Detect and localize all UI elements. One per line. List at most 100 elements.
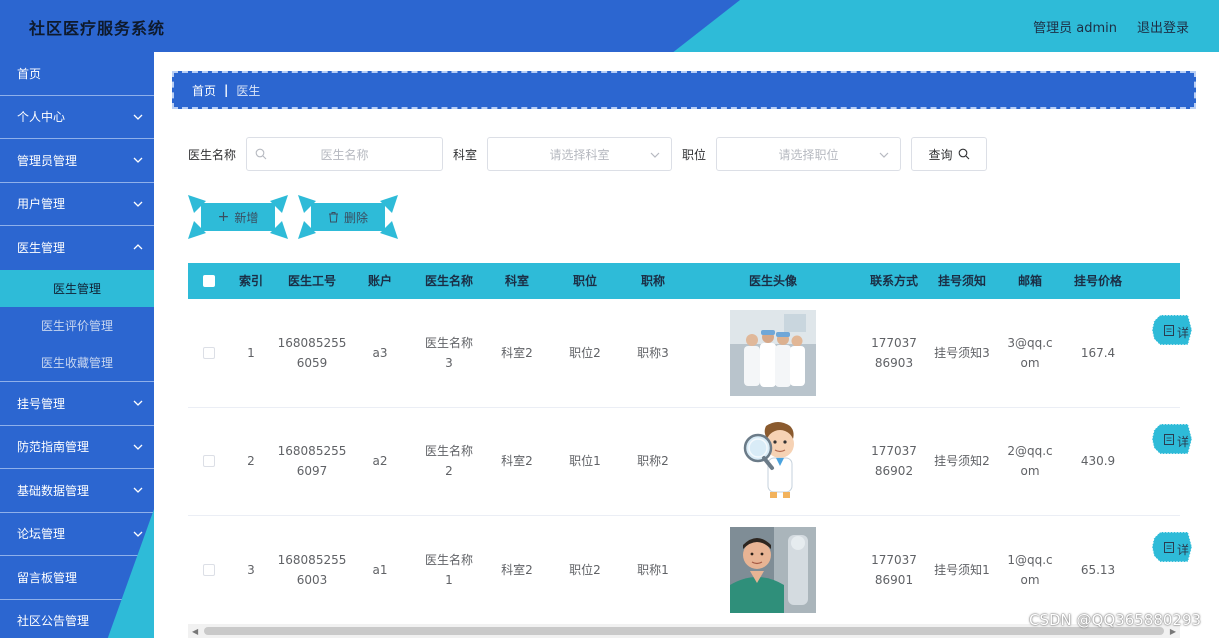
cell-doctor-name: 医生名称1: [424, 552, 473, 587]
chevron-down-icon: [133, 157, 143, 163]
position-select[interactable]: 请选择职位: [716, 137, 902, 171]
department-label: 科室: [453, 147, 478, 162]
cell-index: 1: [247, 345, 255, 360]
plus-icon: +: [217, 209, 230, 225]
cell-position: 职位1: [569, 454, 601, 469]
chevron-down-icon: [879, 152, 889, 158]
chevron-up-icon: [133, 244, 143, 250]
row-checkbox[interactable]: [203, 563, 215, 576]
chevron-down-icon: [650, 152, 660, 158]
column-header: 索引: [238, 274, 263, 288]
doctor-name-label: 医生名称: [188, 147, 237, 162]
top-header: 社区医疗服务系统 管理员 admin 退出登录: [0, 0, 1219, 52]
user-label: 管理员 admin: [1033, 21, 1117, 36]
sidebar-item-prevention-guide[interactable]: 防范指南管理: [0, 426, 154, 469]
doctor-avatar-image[interactable]: [730, 526, 816, 613]
column-header: 账户: [367, 274, 392, 288]
trash-icon: [328, 212, 338, 223]
cell-email: 1@qq.com: [1007, 552, 1053, 587]
chevron-down-icon: [133, 400, 143, 406]
breadcrumb-home[interactable]: 首页: [192, 82, 216, 99]
sidebar: 首页 个人中心 管理员管理 用户管理 医生管理 医生管理 医生评价管理 医生收藏…: [0, 52, 154, 638]
detail-button[interactable]: 详: [1152, 422, 1192, 456]
app-title: 社区医疗服务系统: [29, 19, 166, 38]
document-icon: [1164, 433, 1174, 445]
cell-department: 科室2: [501, 562, 533, 577]
sidebar-item-basic-data[interactable]: 基础数据管理: [0, 469, 154, 513]
sidebar-subitem-doctor-management[interactable]: 医生管理: [0, 269, 154, 307]
doctor-name-input[interactable]: 医生名称: [246, 137, 444, 171]
cell-department: 科室2: [501, 454, 533, 469]
sidebar-subitem-doctor-favorites[interactable]: 医生收藏管理: [0, 344, 154, 382]
table-row: 1 1680852556059 a3 医生名称3 科室2 职位2 职称3 177…: [188, 299, 1192, 408]
cell-email: 3@qq.com: [1007, 335, 1053, 370]
cell-doctor-name: 医生名称2: [424, 444, 473, 479]
detail-button[interactable]: 详: [1152, 313, 1192, 347]
cell-doctor-no: 1680852556059: [277, 335, 347, 370]
column-header: 医生名称: [424, 274, 473, 288]
cell-account: a1: [372, 562, 388, 577]
row-checkbox[interactable]: [203, 455, 215, 468]
chevron-down-icon: [133, 618, 143, 624]
sidebar-subitem-doctor-review[interactable]: 医生评价管理: [0, 307, 154, 345]
column-header: 挂号价格: [1073, 274, 1122, 288]
table-row: 2 1680852556097 a2 医生名称2 科室2 职位1 职称2 177…: [188, 408, 1192, 516]
chevron-down-icon: [133, 531, 143, 537]
column-header: 联系方式: [870, 274, 919, 288]
doctor-avatar-image[interactable]: [730, 418, 816, 505]
sidebar-item-message-board[interactable]: 留言板管理: [0, 556, 154, 600]
cell-title: 职称1: [637, 562, 669, 577]
add-button[interactable]: + 新增: [188, 195, 288, 239]
cell-notice: 挂号须知3: [934, 345, 990, 360]
cell-notice: 挂号须知1: [934, 562, 990, 577]
sidebar-item-admin-management[interactable]: 管理员管理: [0, 139, 154, 183]
cell-position: 职位2: [569, 345, 601, 360]
sidebar-item-announcements[interactable]: 社区公告管理: [0, 600, 154, 638]
cell-price: 430.9: [1080, 454, 1116, 469]
sidebar-item-home[interactable]: 首页: [0, 52, 154, 96]
cell-index: 3: [247, 562, 255, 577]
chevron-down-icon: [133, 487, 143, 493]
cell-doctor-no: 1680852556097: [277, 444, 347, 479]
document-icon: [1164, 542, 1174, 553]
column-header: 医生工号: [287, 274, 336, 288]
table-header: 索引 医生工号 账户 医生名称 科室 职位 职称 医生头像 联系方式 挂号须知 …: [188, 263, 1180, 299]
logout-link[interactable]: 退出登录: [1137, 17, 1189, 36]
column-header: 挂号须知: [937, 274, 986, 288]
sidebar-item-personal-center[interactable]: 个人中心: [0, 96, 154, 139]
cell-position: 职位2: [569, 562, 601, 577]
sidebar-item-forum[interactable]: 论坛管理: [0, 513, 154, 556]
cell-notice: 挂号须知2: [934, 454, 990, 469]
scroll-left-arrow-icon[interactable]: ◀: [192, 627, 198, 636]
sidebar-item-user-management[interactable]: 用户管理: [0, 183, 154, 226]
delete-button[interactable]: 删除: [298, 195, 398, 239]
position-label: 职位: [682, 147, 707, 162]
cell-title: 职称3: [637, 345, 669, 360]
doctor-avatar-image[interactable]: [730, 309, 816, 396]
department-select[interactable]: 请选择科室: [487, 137, 673, 171]
sidebar-item-doctor-management[interactable]: 医生管理: [0, 226, 154, 270]
column-header: 科室: [504, 274, 529, 288]
cell-doctor-name: 医生名称3: [424, 335, 473, 370]
detail-button[interactable]: 详: [1152, 530, 1192, 564]
cell-contact: 17703786902: [871, 444, 917, 479]
column-header: 职称: [640, 274, 665, 288]
scrollbar-thumb[interactable]: [204, 627, 1164, 635]
column-header: 职位: [572, 274, 597, 288]
cell-contact: 17703786901: [871, 552, 917, 587]
sidebar-item-registration[interactable]: 挂号管理: [0, 382, 154, 426]
cell-account: a3: [372, 345, 388, 360]
cell-index: 2: [247, 454, 255, 469]
breadcrumb-separator: |: [224, 83, 229, 97]
cell-department: 科室2: [501, 345, 533, 360]
search-icon: [958, 148, 969, 160]
document-icon: [1164, 325, 1174, 336]
select-all-checkbox[interactable]: [203, 275, 215, 287]
row-checkbox[interactable]: [203, 346, 215, 359]
column-header: 邮箱: [1017, 274, 1042, 288]
main-content: 首页 | 医生 医生名称 医生名称 科室 请选择科室 职位 请选择职位 查询 +…: [154, 52, 1219, 638]
doctor-table: 索引 医生工号 账户 医生名称 科室 职位 职称 医生头像 联系方式 挂号须知 …: [188, 263, 1192, 625]
query-button[interactable]: 查询: [911, 137, 988, 171]
cell-price: 65.13: [1080, 562, 1116, 577]
cell-doctor-no: 1680852556003: [277, 552, 347, 587]
